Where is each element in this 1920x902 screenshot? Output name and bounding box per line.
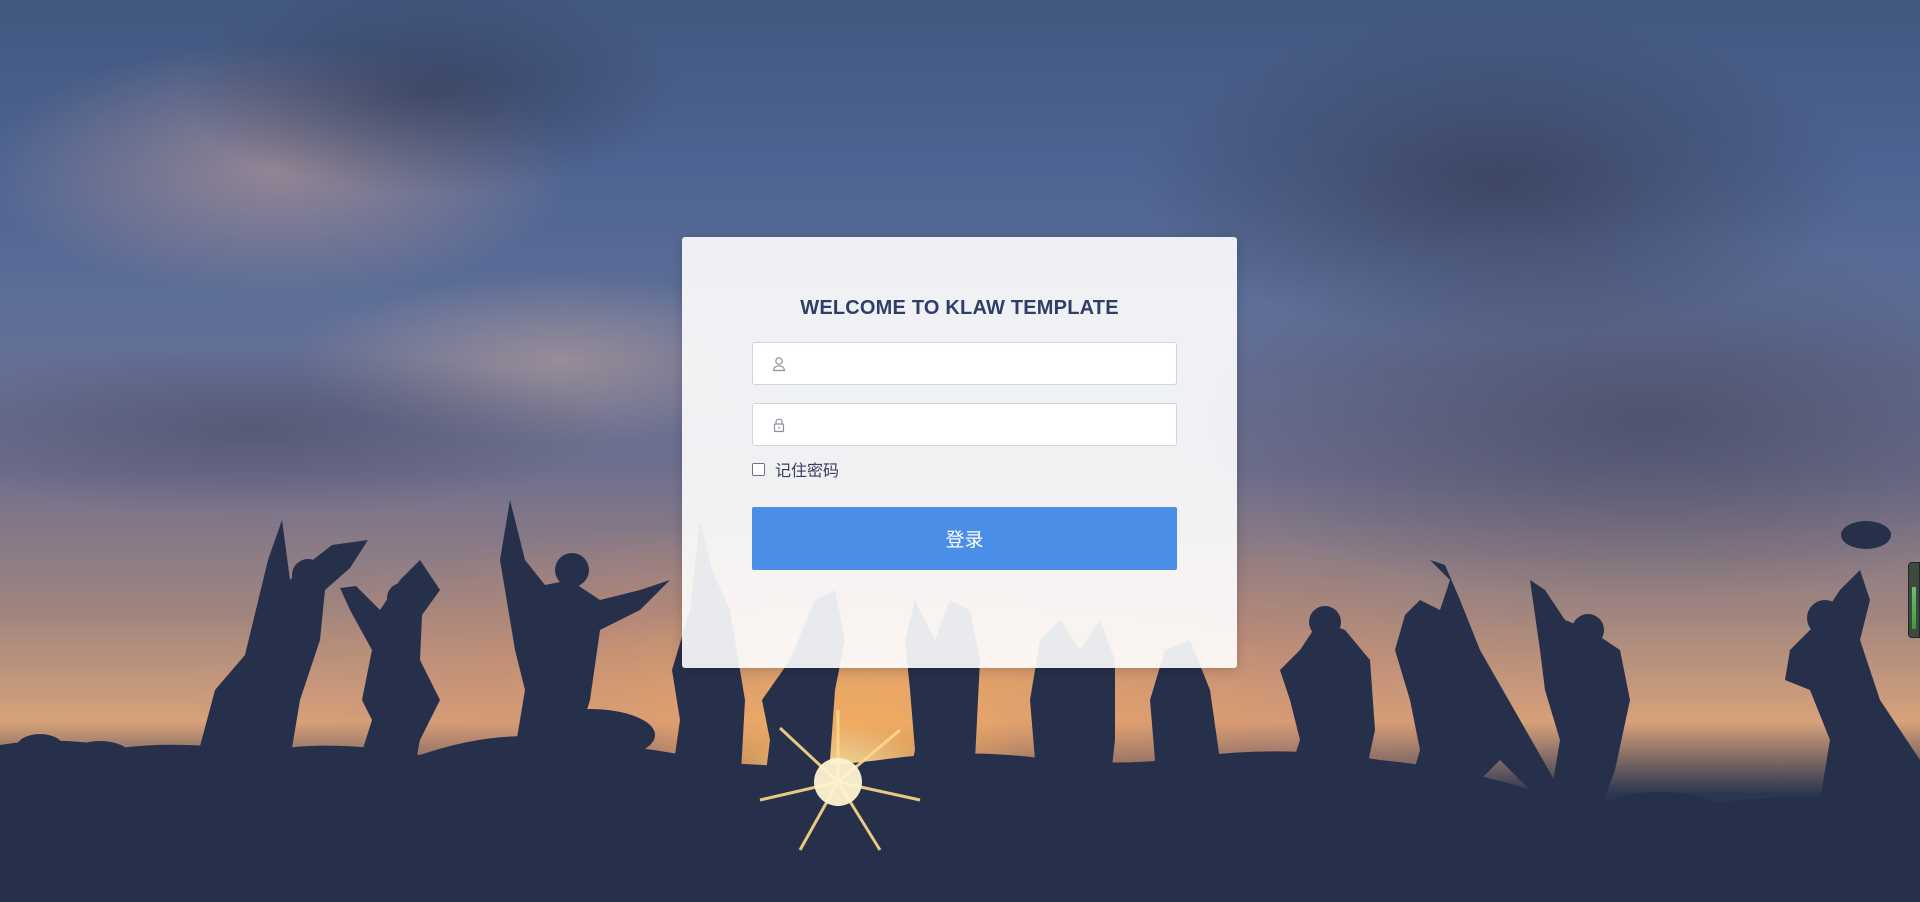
login-card: WELCOME TO KLAW TEMPLATE 记住密码 登录 [682, 237, 1237, 668]
remember-checkbox[interactable] [752, 462, 765, 476]
user-icon [771, 356, 787, 372]
username-field[interactable] [752, 342, 1177, 386]
login-title: WELCOME TO KLAW TEMPLATE [800, 297, 1119, 319]
lock-icon [771, 417, 787, 433]
password-input[interactable] [797, 404, 1171, 447]
side-scroll-indicator [1912, 587, 1916, 629]
username-input[interactable] [797, 343, 1171, 386]
remember-label[interactable]: 记住密码 [775, 457, 839, 481]
password-field[interactable] [752, 403, 1177, 447]
side-scroll-handle[interactable] [1908, 562, 1920, 638]
login-button[interactable]: 登录 [752, 507, 1177, 570]
remember-password[interactable]: 记住密码 [752, 457, 839, 481]
